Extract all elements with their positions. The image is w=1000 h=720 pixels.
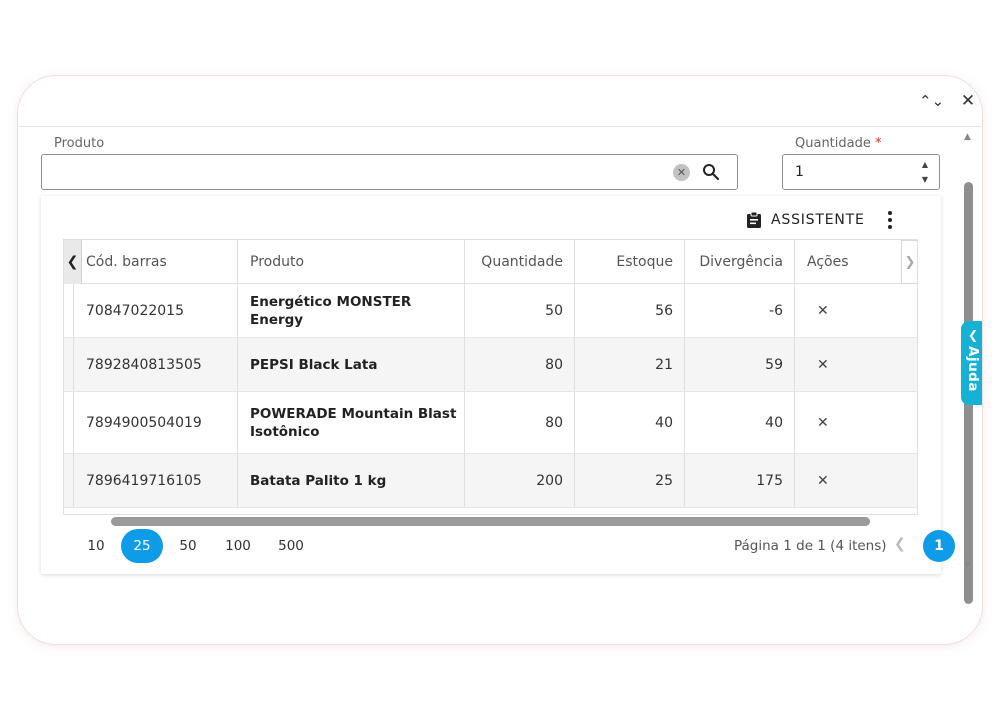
- page-size-25[interactable]: 25: [121, 529, 163, 563]
- delete-row-icon[interactable]: ✕: [795, 454, 917, 507]
- page-size-10[interactable]: 10: [79, 529, 113, 563]
- assistant-button[interactable]: ASSISTENTE: [746, 209, 865, 231]
- spin-down-icon[interactable]: ▼: [922, 175, 928, 184]
- cell-quantidade: 50: [465, 284, 575, 337]
- chevron-right-icon[interactable]: ❯: [901, 240, 917, 284]
- items-grid: ❮ Cód. barras Produto Quantidade Estoque…: [63, 239, 918, 515]
- col-acoes: Ações: [807, 253, 849, 270]
- cell-divergencia: -6: [685, 284, 795, 337]
- cell-produto: Energético MONSTER Energy: [238, 284, 465, 337]
- delete-row-icon[interactable]: ✕: [795, 392, 917, 453]
- table-row[interactable]: 7892840813505 PEPSI Black Lata 80 21 59 …: [64, 338, 917, 392]
- page-button-current[interactable]: 1: [923, 530, 955, 562]
- close-icon[interactable]: ✕: [957, 90, 979, 112]
- table-row[interactable]: 7896419716105 Batata Palito 1 kg 200 25 …: [64, 454, 917, 508]
- quantidade-value: 1: [795, 164, 804, 180]
- pager: 10 25 50 100 500 Página 1 de 1 (4 itens)…: [41, 529, 955, 565]
- delete-row-icon[interactable]: ✕: [795, 284, 917, 337]
- table-row[interactable]: 70847022015 Energético MONSTER Energy 50…: [64, 284, 917, 338]
- required-mark: *: [875, 136, 882, 151]
- page-info: Página 1 de 1 (4 itens): [734, 538, 887, 554]
- cell-quantidade: 80: [465, 338, 575, 391]
- cell-cod: 7892840813505: [74, 338, 238, 391]
- horizontal-scrollbar[interactable]: [63, 515, 918, 526]
- collapse-icon[interactable]: ⌃⌄: [919, 90, 944, 112]
- items-card: ASSISTENTE ❮ Cód. barras Produto Quantid…: [41, 196, 955, 574]
- col-quantidade[interactable]: Quantidade: [465, 240, 575, 283]
- more-vert-icon[interactable]: [883, 208, 897, 232]
- cell-divergencia: 175: [685, 454, 795, 507]
- col-divergencia[interactable]: Divergência: [685, 240, 795, 283]
- produto-input[interactable]: ✕: [41, 154, 738, 190]
- cell-divergencia: 40: [685, 392, 795, 453]
- cell-quantidade: 200: [465, 454, 575, 507]
- page-size-100[interactable]: 100: [221, 529, 255, 563]
- spin-up-icon[interactable]: ▲: [922, 160, 928, 169]
- dialog-header: ⌃⌄ ✕: [18, 76, 982, 127]
- cell-estoque: 21: [575, 338, 685, 391]
- dialog: ⌃⌄ ✕ Produto ✕ Quantidade * 1 ▲ ▼ ASSIST…: [18, 76, 982, 644]
- clipboard-icon: [747, 211, 761, 228]
- cell-quantidade: 80: [465, 392, 575, 453]
- search-icon[interactable]: [701, 162, 721, 182]
- cell-cod: 7896419716105: [74, 454, 238, 507]
- cell-produto: Batata Palito 1 kg: [238, 454, 465, 507]
- chevron-left-icon: ❮: [967, 328, 979, 342]
- assistant-label: ASSISTENTE: [771, 212, 865, 228]
- grid-header: ❮ Cód. barras Produto Quantidade Estoque…: [64, 240, 917, 284]
- horizontal-scroll-thumb[interactable]: [111, 517, 870, 526]
- cell-produto: PEPSI Black Lata: [238, 338, 465, 391]
- scroll-up-icon[interactable]: ▲: [964, 132, 971, 142]
- delete-row-icon[interactable]: ✕: [795, 338, 917, 391]
- cell-cod: 7894900504019: [74, 392, 238, 453]
- page-size-500[interactable]: 500: [274, 529, 308, 563]
- page-size-50[interactable]: 50: [171, 529, 205, 563]
- chevron-left-icon[interactable]: ❮: [64, 240, 82, 284]
- clear-icon[interactable]: ✕: [673, 164, 690, 181]
- table-row[interactable]: 7894900504019 POWERADE Mountain Blast Is…: [64, 392, 917, 454]
- cell-divergencia: 59: [685, 338, 795, 391]
- cell-estoque: 40: [575, 392, 685, 453]
- cell-estoque: 56: [575, 284, 685, 337]
- quantidade-label: Quantidade *: [795, 136, 882, 151]
- col-produto[interactable]: Produto: [238, 240, 465, 283]
- col-estoque[interactable]: Estoque: [575, 240, 685, 283]
- produto-label: Produto: [54, 136, 105, 151]
- cell-produto: POWERADE Mountain Blast Isotônico: [238, 392, 465, 453]
- col-cod-barras[interactable]: Cód. barras: [74, 240, 238, 283]
- quantidade-input[interactable]: 1 ▲ ▼: [782, 154, 940, 190]
- cell-cod: 70847022015: [74, 284, 238, 337]
- chevron-left-icon[interactable]: ❮: [894, 536, 906, 552]
- cell-estoque: 25: [575, 454, 685, 507]
- help-label: Ajuda: [965, 346, 981, 392]
- scroll-down-icon[interactable]: ▼: [964, 560, 971, 570]
- help-tab[interactable]: ❮ Ajuda: [961, 321, 982, 405]
